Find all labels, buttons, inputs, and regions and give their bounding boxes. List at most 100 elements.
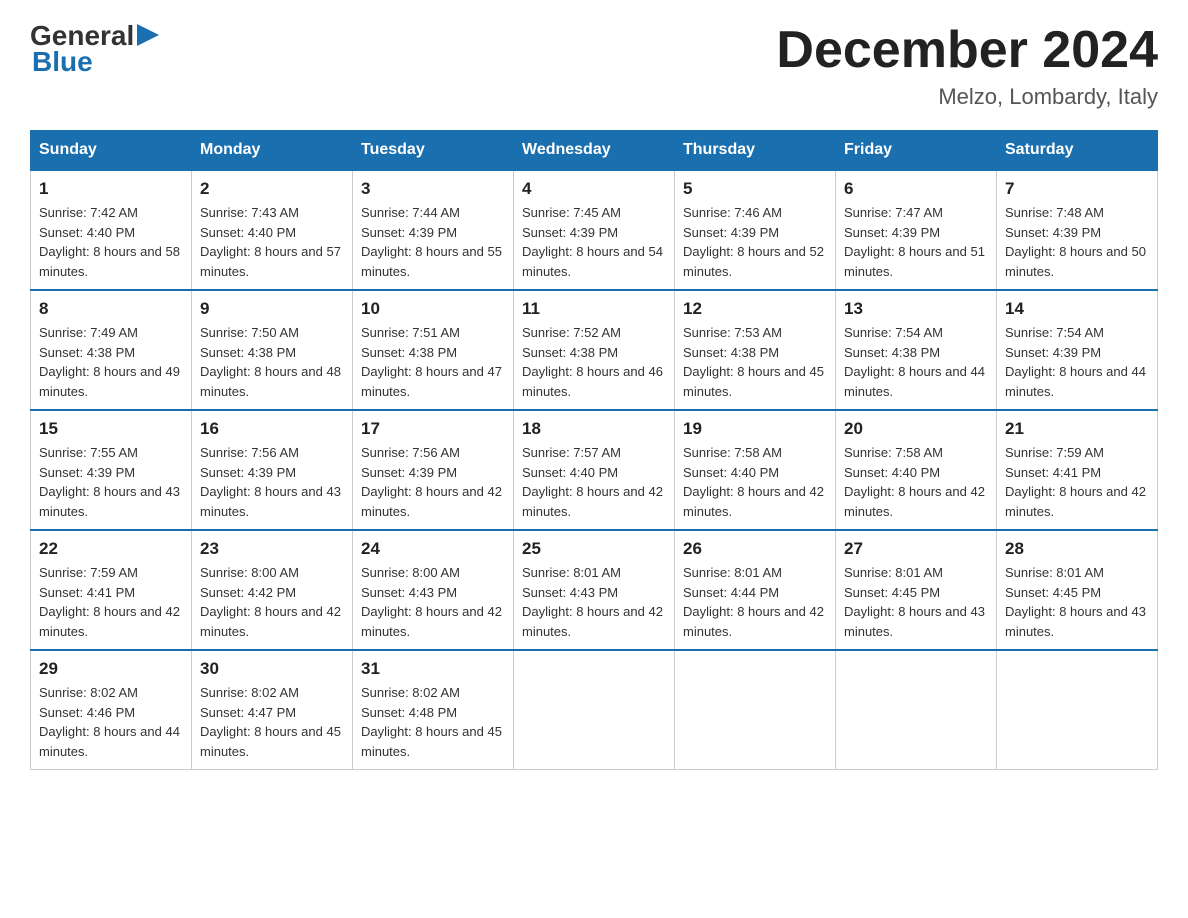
calendar-cell: 4 Sunrise: 7:45 AMSunset: 4:39 PMDayligh… [514,170,675,290]
calendar-cell: 26 Sunrise: 8:01 AMSunset: 4:44 PMDaylig… [675,530,836,650]
calendar-title: December 2024 [776,20,1158,80]
calendar-cell: 6 Sunrise: 7:47 AMSunset: 4:39 PMDayligh… [836,170,997,290]
day-info: Sunrise: 7:59 AMSunset: 4:41 PMDaylight:… [39,563,183,641]
calendar-header-row: SundayMondayTuesdayWednesdayThursdayFrid… [31,131,1158,171]
calendar-cell: 19 Sunrise: 7:58 AMSunset: 4:40 PMDaylig… [675,410,836,530]
day-info: Sunrise: 8:00 AMSunset: 4:43 PMDaylight:… [361,563,505,641]
calendar-cell: 1 Sunrise: 7:42 AMSunset: 4:40 PMDayligh… [31,170,192,290]
calendar-cell: 2 Sunrise: 7:43 AMSunset: 4:40 PMDayligh… [192,170,353,290]
day-number: 15 [39,419,183,439]
logo: General Blue [30,20,159,78]
day-info: Sunrise: 7:44 AMSunset: 4:39 PMDaylight:… [361,203,505,281]
calendar-cell: 17 Sunrise: 7:56 AMSunset: 4:39 PMDaylig… [353,410,514,530]
day-number: 28 [1005,539,1149,559]
calendar-cell: 23 Sunrise: 8:00 AMSunset: 4:42 PMDaylig… [192,530,353,650]
calendar-cell [514,650,675,770]
day-info: Sunrise: 8:02 AMSunset: 4:48 PMDaylight:… [361,683,505,761]
day-info: Sunrise: 8:01 AMSunset: 4:45 PMDaylight:… [1005,563,1149,641]
day-info: Sunrise: 8:00 AMSunset: 4:42 PMDaylight:… [200,563,344,641]
day-info: Sunrise: 7:46 AMSunset: 4:39 PMDaylight:… [683,203,827,281]
calendar-week-row: 29 Sunrise: 8:02 AMSunset: 4:46 PMDaylig… [31,650,1158,770]
day-info: Sunrise: 8:01 AMSunset: 4:45 PMDaylight:… [844,563,988,641]
day-number: 29 [39,659,183,679]
calendar-cell: 27 Sunrise: 8:01 AMSunset: 4:45 PMDaylig… [836,530,997,650]
day-number: 7 [1005,179,1149,199]
day-number: 22 [39,539,183,559]
calendar-cell: 12 Sunrise: 7:53 AMSunset: 4:38 PMDaylig… [675,290,836,410]
day-number: 25 [522,539,666,559]
day-number: 12 [683,299,827,319]
day-info: Sunrise: 7:53 AMSunset: 4:38 PMDaylight:… [683,323,827,401]
day-number: 18 [522,419,666,439]
day-info: Sunrise: 7:45 AMSunset: 4:39 PMDaylight:… [522,203,666,281]
calendar-cell: 25 Sunrise: 8:01 AMSunset: 4:43 PMDaylig… [514,530,675,650]
calendar-cell: 22 Sunrise: 7:59 AMSunset: 4:41 PMDaylig… [31,530,192,650]
day-info: Sunrise: 7:56 AMSunset: 4:39 PMDaylight:… [200,443,344,521]
calendar-cell [836,650,997,770]
column-header-monday: Monday [192,131,353,171]
day-number: 26 [683,539,827,559]
calendar-week-row: 22 Sunrise: 7:59 AMSunset: 4:41 PMDaylig… [31,530,1158,650]
calendar-cell: 8 Sunrise: 7:49 AMSunset: 4:38 PMDayligh… [31,290,192,410]
day-info: Sunrise: 7:42 AMSunset: 4:40 PMDaylight:… [39,203,183,281]
day-info: Sunrise: 7:58 AMSunset: 4:40 PMDaylight:… [844,443,988,521]
day-number: 11 [522,299,666,319]
calendar-cell: 11 Sunrise: 7:52 AMSunset: 4:38 PMDaylig… [514,290,675,410]
day-number: 2 [200,179,344,199]
column-header-tuesday: Tuesday [353,131,514,171]
calendar-table: SundayMondayTuesdayWednesdayThursdayFrid… [30,130,1158,770]
day-number: 3 [361,179,505,199]
day-number: 14 [1005,299,1149,319]
day-info: Sunrise: 7:55 AMSunset: 4:39 PMDaylight:… [39,443,183,521]
calendar-week-row: 8 Sunrise: 7:49 AMSunset: 4:38 PMDayligh… [31,290,1158,410]
day-number: 9 [200,299,344,319]
day-info: Sunrise: 7:50 AMSunset: 4:38 PMDaylight:… [200,323,344,401]
day-info: Sunrise: 7:59 AMSunset: 4:41 PMDaylight:… [1005,443,1149,521]
calendar-subtitle: Melzo, Lombardy, Italy [776,84,1158,110]
page-header: General Blue December 2024 Melzo, Lombar… [30,20,1158,110]
day-number: 1 [39,179,183,199]
day-info: Sunrise: 7:57 AMSunset: 4:40 PMDaylight:… [522,443,666,521]
day-number: 4 [522,179,666,199]
logo-triangle-icon [137,24,159,46]
day-number: 24 [361,539,505,559]
day-info: Sunrise: 7:43 AMSunset: 4:40 PMDaylight:… [200,203,344,281]
calendar-cell: 15 Sunrise: 7:55 AMSunset: 4:39 PMDaylig… [31,410,192,530]
calendar-cell: 14 Sunrise: 7:54 AMSunset: 4:39 PMDaylig… [997,290,1158,410]
column-header-wednesday: Wednesday [514,131,675,171]
calendar-cell: 3 Sunrise: 7:44 AMSunset: 4:39 PMDayligh… [353,170,514,290]
day-info: Sunrise: 7:47 AMSunset: 4:39 PMDaylight:… [844,203,988,281]
calendar-cell: 7 Sunrise: 7:48 AMSunset: 4:39 PMDayligh… [997,170,1158,290]
day-info: Sunrise: 8:01 AMSunset: 4:43 PMDaylight:… [522,563,666,641]
calendar-week-row: 1 Sunrise: 7:42 AMSunset: 4:40 PMDayligh… [31,170,1158,290]
calendar-cell: 28 Sunrise: 8:01 AMSunset: 4:45 PMDaylig… [997,530,1158,650]
day-number: 20 [844,419,988,439]
day-number: 6 [844,179,988,199]
calendar-cell: 21 Sunrise: 7:59 AMSunset: 4:41 PMDaylig… [997,410,1158,530]
day-number: 31 [361,659,505,679]
column-header-saturday: Saturday [997,131,1158,171]
calendar-cell: 20 Sunrise: 7:58 AMSunset: 4:40 PMDaylig… [836,410,997,530]
calendar-cell: 31 Sunrise: 8:02 AMSunset: 4:48 PMDaylig… [353,650,514,770]
day-number: 10 [361,299,505,319]
day-number: 23 [200,539,344,559]
calendar-week-row: 15 Sunrise: 7:55 AMSunset: 4:39 PMDaylig… [31,410,1158,530]
day-info: Sunrise: 8:01 AMSunset: 4:44 PMDaylight:… [683,563,827,641]
day-number: 17 [361,419,505,439]
day-number: 19 [683,419,827,439]
calendar-cell: 18 Sunrise: 7:57 AMSunset: 4:40 PMDaylig… [514,410,675,530]
day-info: Sunrise: 7:58 AMSunset: 4:40 PMDaylight:… [683,443,827,521]
calendar-cell: 10 Sunrise: 7:51 AMSunset: 4:38 PMDaylig… [353,290,514,410]
column-header-thursday: Thursday [675,131,836,171]
day-info: Sunrise: 7:56 AMSunset: 4:39 PMDaylight:… [361,443,505,521]
calendar-cell: 29 Sunrise: 8:02 AMSunset: 4:46 PMDaylig… [31,650,192,770]
day-info: Sunrise: 8:02 AMSunset: 4:47 PMDaylight:… [200,683,344,761]
day-number: 16 [200,419,344,439]
title-section: December 2024 Melzo, Lombardy, Italy [776,20,1158,110]
calendar-cell: 5 Sunrise: 7:46 AMSunset: 4:39 PMDayligh… [675,170,836,290]
day-info: Sunrise: 7:51 AMSunset: 4:38 PMDaylight:… [361,323,505,401]
day-info: Sunrise: 7:54 AMSunset: 4:38 PMDaylight:… [844,323,988,401]
day-number: 21 [1005,419,1149,439]
calendar-cell: 24 Sunrise: 8:00 AMSunset: 4:43 PMDaylig… [353,530,514,650]
calendar-cell [675,650,836,770]
